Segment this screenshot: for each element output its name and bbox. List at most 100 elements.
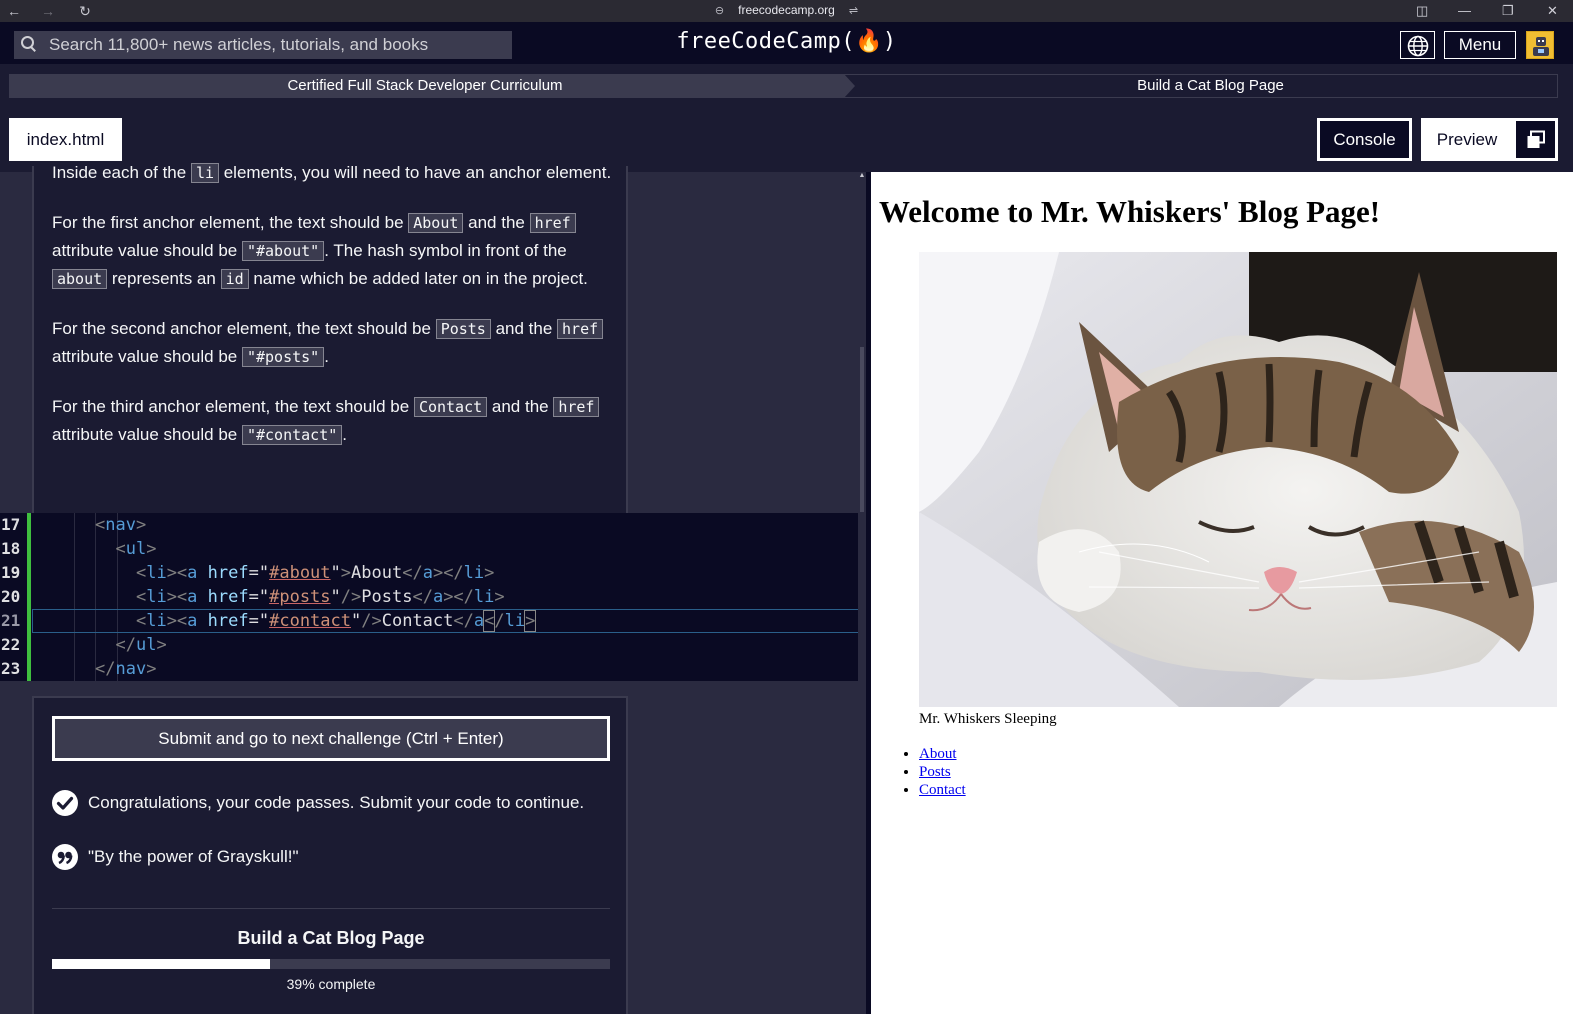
menu-button[interactable]: Menu bbox=[1444, 31, 1516, 59]
sidebar-toggle-icon[interactable]: ◫ bbox=[1416, 2, 1428, 20]
code-token: < bbox=[135, 563, 147, 583]
console-button[interactable]: Console bbox=[1317, 118, 1412, 161]
code-token: </ bbox=[95, 659, 116, 679]
code-token: >< bbox=[166, 587, 188, 607]
code-token: =" bbox=[248, 611, 270, 631]
code-token: ul bbox=[125, 539, 147, 559]
preview-link-posts[interactable]: Posts bbox=[919, 764, 951, 780]
tab-index-html[interactable]: index.html bbox=[9, 118, 122, 161]
text: and the bbox=[487, 397, 554, 416]
code-token: < bbox=[135, 611, 147, 631]
pass-message-text: Congratulations, your code passes. Submi… bbox=[88, 793, 585, 812]
progress-bar bbox=[52, 959, 610, 969]
code-token: < bbox=[115, 539, 126, 559]
tune-icon[interactable]: ⇌ bbox=[849, 4, 858, 17]
code-editor[interactable]: 17 18 19 20 21 22 23 <nav> <ul> <li><a href="#a… bbox=[0, 513, 866, 681]
preview-button[interactable]: Preview bbox=[1421, 118, 1513, 161]
minimize-icon[interactable]: — bbox=[1458, 2, 1471, 20]
code-token: #contact bbox=[269, 611, 351, 631]
preview-link-about[interactable]: About bbox=[919, 746, 957, 762]
code-token: </ bbox=[402, 563, 423, 583]
instructions-text: Inside each of the li elements, you will… bbox=[52, 159, 612, 471]
text: . The hash symbol in front of the bbox=[324, 241, 567, 260]
text: For the first anchor element, the text s… bbox=[52, 213, 409, 232]
preview-link-contact[interactable]: Contact bbox=[919, 782, 966, 798]
code-token: nav bbox=[115, 659, 147, 679]
code-line: <li><a href="#posts"/>Posts</a></li> bbox=[95, 585, 505, 609]
line-number: 20 bbox=[1, 587, 21, 606]
sleeping-cat-illustration bbox=[919, 252, 1557, 707]
text: Inside each of the bbox=[52, 163, 191, 182]
user-avatar-icon bbox=[1533, 37, 1549, 56]
globe-icon bbox=[1407, 35, 1429, 57]
text: and the bbox=[463, 213, 530, 232]
code-token: " bbox=[330, 563, 341, 583]
text: . bbox=[324, 347, 329, 366]
inline-code: id bbox=[220, 269, 249, 289]
text: attribute value should be bbox=[52, 425, 242, 444]
text: . bbox=[342, 425, 348, 444]
line-number: 23 bbox=[1, 659, 21, 678]
avatar[interactable] bbox=[1526, 31, 1554, 59]
divider bbox=[52, 908, 610, 909]
code-token: </ bbox=[115, 635, 136, 655]
scroll-thumb[interactable] bbox=[860, 347, 864, 512]
code-token: ul bbox=[135, 635, 157, 655]
indent-guide bbox=[74, 513, 75, 681]
restore-icon[interactable]: ❐ bbox=[1502, 2, 1514, 20]
line-number: 18 bbox=[1, 539, 21, 558]
code-token: li bbox=[146, 587, 167, 607]
submit-button[interactable]: Submit and go to next challenge (Ctrl + … bbox=[52, 716, 610, 761]
preview-nav-item: Posts bbox=[919, 763, 966, 781]
address-bar[interactable]: ⊖ freecodecamp.org ⇌ bbox=[0, 3, 1573, 17]
code-token: >< bbox=[166, 563, 188, 583]
quote-text: "By the power of Grayskull!" bbox=[88, 847, 299, 866]
breadcrumb-curriculum[interactable]: Certified Full Stack Developer Curriculu… bbox=[9, 74, 855, 98]
progress-title: Build a Cat Blog Page bbox=[237, 928, 425, 948]
code-token: >< bbox=[166, 611, 188, 631]
inline-code: "#about" bbox=[241, 241, 325, 261]
line-number: 17 bbox=[1, 515, 21, 534]
breadcrumb-project[interactable]: Build a Cat Blog Page bbox=[840, 74, 1558, 98]
popout-preview-button[interactable] bbox=[1513, 118, 1558, 161]
inline-code: About bbox=[408, 213, 464, 233]
inline-code: "#posts" bbox=[241, 347, 325, 367]
language-button[interactable] bbox=[1400, 31, 1435, 59]
app-root: ← → ↻ ⊖ freecodecamp.org ⇌ ◫ — ❐ ✕ Search … bbox=[0, 0, 1573, 1014]
code-token: li bbox=[504, 611, 526, 631]
code-token: < bbox=[95, 515, 106, 535]
code-token: li bbox=[463, 563, 485, 583]
url-text: freecodecamp.org bbox=[738, 3, 835, 17]
scroll-up-icon[interactable]: ▲ bbox=[858, 172, 866, 180]
progress-fill bbox=[52, 959, 270, 969]
instruction-paragraph: For the first anchor element, the text s… bbox=[52, 209, 612, 293]
code-token: " bbox=[330, 587, 341, 607]
inline-code: href bbox=[557, 319, 604, 339]
code-token: About bbox=[351, 563, 403, 583]
browser-chrome: ← → ↻ ⊖ freecodecamp.org ⇌ ◫ — ❐ ✕ bbox=[0, 0, 1573, 22]
progress-label: 39% complete bbox=[286, 976, 376, 992]
code-token: a bbox=[187, 563, 198, 583]
site-navbar: Search 11,800+ news articles, tutorials,… bbox=[0, 22, 1573, 64]
code-token: /> bbox=[340, 587, 362, 607]
text: For the second anchor element, the text … bbox=[52, 319, 436, 338]
close-window-icon[interactable]: ✕ bbox=[1547, 2, 1558, 20]
code-token: Posts bbox=[361, 587, 413, 607]
code-token: href bbox=[207, 611, 249, 631]
preview-nav-item: Contact bbox=[919, 781, 966, 799]
breadcrumb: Certified Full Stack Developer Curriculu… bbox=[0, 64, 1573, 108]
code-line: <nav> bbox=[95, 513, 146, 537]
instructions-scrollbar[interactable]: ▲ bbox=[858, 172, 866, 1014]
code-token: =" bbox=[248, 563, 270, 583]
code-line: </nav> bbox=[95, 657, 156, 681]
site-info-icon[interactable]: ⊖ bbox=[715, 4, 724, 17]
code-token: li bbox=[473, 587, 495, 607]
site-logo[interactable]: freeCodeCamp(🔥) bbox=[0, 29, 1573, 54]
text: and the bbox=[490, 319, 558, 338]
code-line: <ul> bbox=[95, 537, 156, 561]
line-number: 22 bbox=[1, 635, 21, 654]
code-token: a bbox=[473, 611, 485, 631]
inline-code: about bbox=[52, 269, 108, 289]
